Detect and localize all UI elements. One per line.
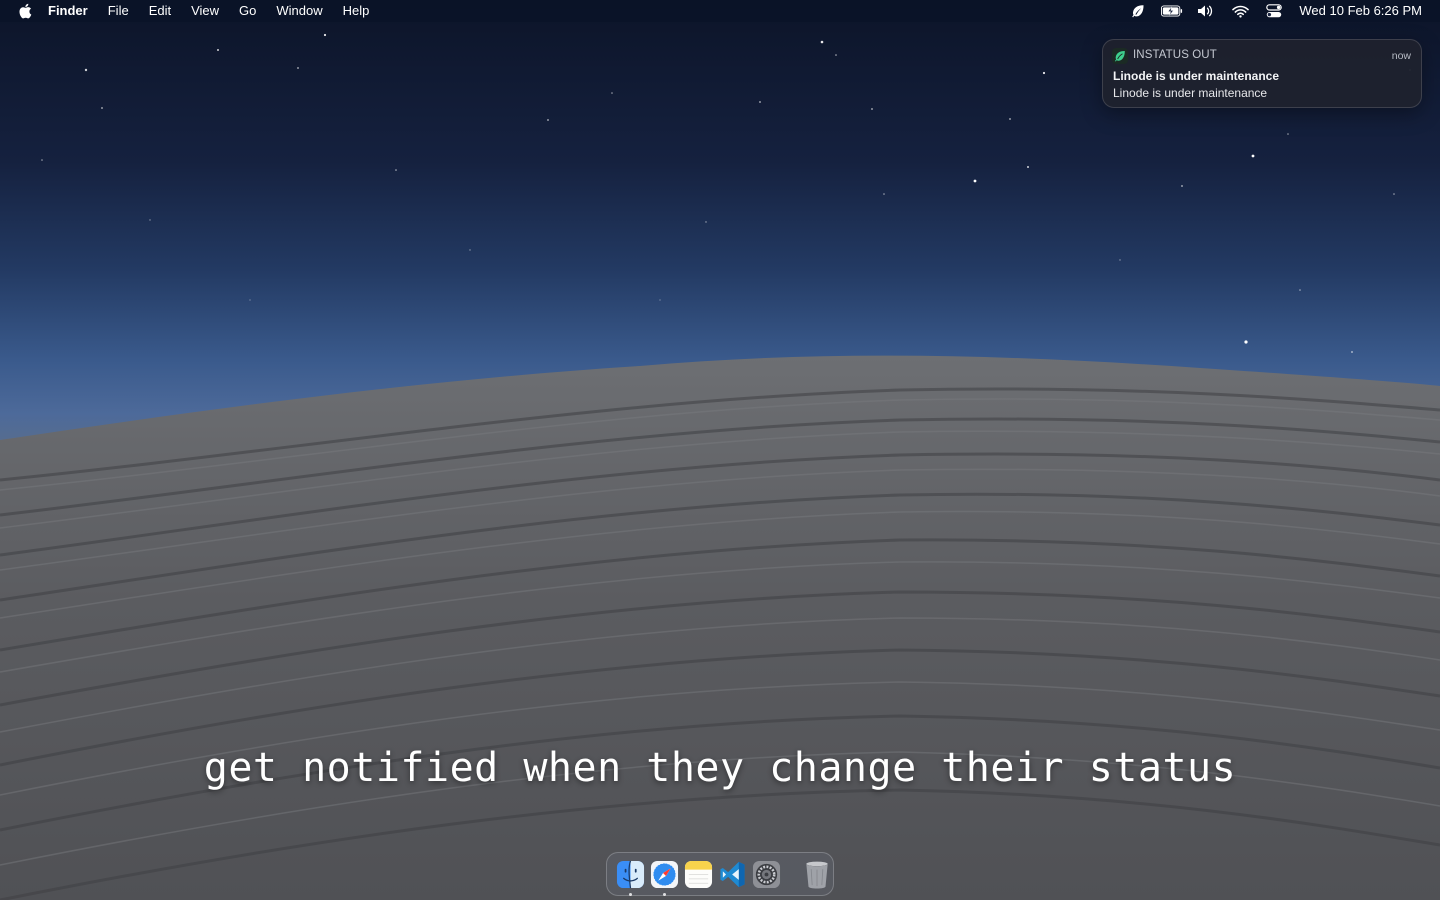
notification-time: now: [1391, 50, 1411, 62]
system-preferences-icon: [752, 860, 780, 888]
desktop: Finder File Edit View Go Window Help Wed…: [0, 0, 1440, 900]
battery-charging-icon[interactable]: [1161, 0, 1183, 22]
dock-safari[interactable]: [650, 859, 679, 896]
volume-icon[interactable]: [1195, 0, 1217, 22]
notification-banner[interactable]: INSTATUS OUT now Linode is under mainten…: [1102, 39, 1422, 108]
dock: [606, 852, 834, 896]
menu-view[interactable]: View: [181, 0, 229, 22]
running-indicator: [628, 893, 632, 896]
dock-notes[interactable]: [684, 859, 713, 889]
dock-trash[interactable]: [804, 859, 830, 889]
dock-system-preferences[interactable]: [752, 859, 781, 889]
wifi-icon[interactable]: [1229, 0, 1251, 22]
dock-finder[interactable]: [616, 859, 645, 896]
menu-app-name[interactable]: Finder: [32, 0, 98, 22]
notes-icon: [684, 860, 712, 888]
trash-icon: [805, 861, 828, 889]
instatus-leaf-icon: [1112, 48, 1128, 64]
menu-bar: Finder File Edit View Go Window Help Wed…: [0, 0, 1440, 22]
running-indicator: [662, 893, 666, 896]
finder-icon: [616, 860, 644, 888]
menu-window[interactable]: Window: [266, 0, 332, 22]
menubar-clock[interactable]: Wed 10 Feb 6:26 PM: [1299, 0, 1422, 22]
menu-edit[interactable]: Edit: [139, 0, 181, 22]
menu-help[interactable]: Help: [333, 0, 380, 22]
leaf-icon[interactable]: [1127, 0, 1149, 22]
notification-body: Linode is under maintenance: [1113, 86, 1268, 100]
vscode-icon: [719, 861, 745, 887]
notification-app-name: INSTATUS OUT: [1133, 49, 1217, 61]
control-center-icon[interactable]: [1263, 0, 1285, 22]
caption-text: get notified when they change their stat…: [203, 745, 1237, 791]
menu-file[interactable]: File: [98, 0, 139, 22]
dock-vscode[interactable]: [718, 859, 747, 889]
menu-go[interactable]: Go: [229, 0, 266, 22]
apple-logo-icon[interactable]: [18, 3, 32, 19]
notification-title: Linode is under maintenance: [1113, 69, 1280, 83]
safari-icon: [650, 860, 678, 888]
sand-dune-wallpaper: [0, 355, 1440, 900]
